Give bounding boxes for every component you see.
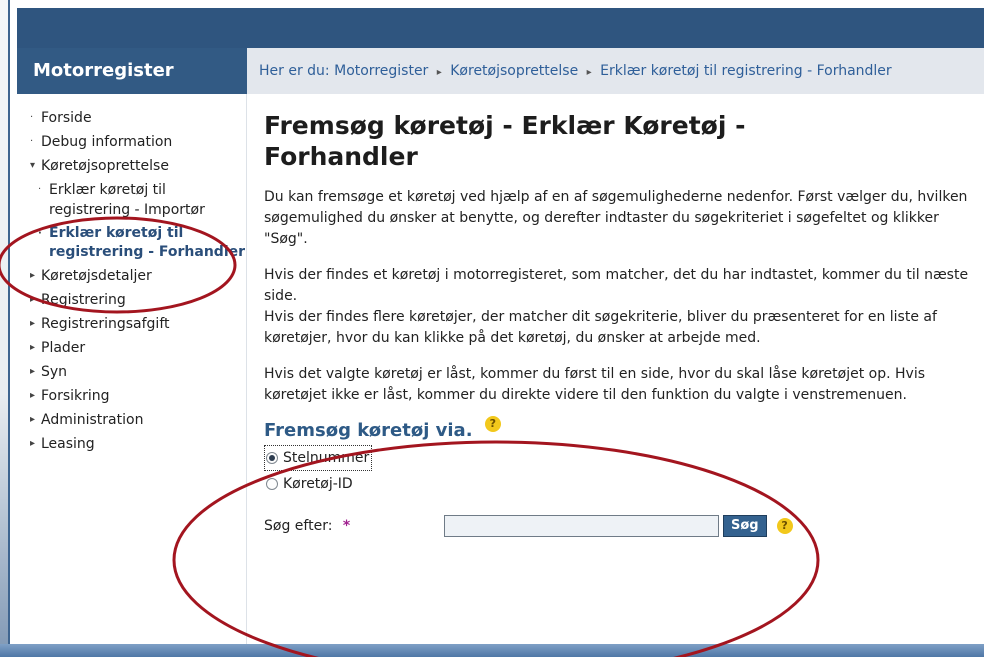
sidebar-item-debug[interactable]: · Debug information (30, 132, 246, 152)
sidebar-item-koretojsdetaljer[interactable]: ▸ Køretøjsdetaljer (30, 266, 246, 286)
triangle-right-icon: ▸ (30, 294, 36, 305)
sidebar-item-label: Erklær køretøj til registrering - Import… (49, 182, 205, 218)
sidebar-item-forsikring[interactable]: ▸ Forsikring (30, 386, 246, 406)
triangle-right-icon: ▸ (30, 390, 36, 401)
sidebar-item-label: Debug information (41, 134, 173, 150)
sidebar-item-label: Erklær køretøj til registrering - Forhan… (49, 225, 246, 260)
sidebar-item-forside[interactable]: · Forside (30, 108, 246, 128)
sidebar-item-plader[interactable]: ▸ Plader (30, 338, 246, 358)
help-icon[interactable]: ? (776, 518, 793, 534)
triangle-right-icon: ▸ (30, 366, 36, 377)
triangle-right-icon: ▸ (30, 318, 36, 329)
intro-paragraph: Du kan fremsøge et køretøj ved hjælp af … (264, 189, 968, 247)
search-label-text: Søg efter: (264, 518, 333, 534)
sidebar-item-label: Køretøjsdetaljer (41, 268, 152, 284)
search-section-title: Fremsøg køretøj via. ? (264, 416, 501, 441)
triangle-down-icon: ▾ (30, 160, 36, 171)
bullet-dot-icon: · (30, 136, 34, 147)
sidebar-item-registreringsafgift[interactable]: ▸ Registreringsafgift (30, 314, 246, 334)
search-section-title-text: Fremsøg køretøj via. (264, 420, 473, 441)
sidebar-nav: · Forside · Debug information ▾ Køretøjsopr… (17, 94, 246, 454)
sidebar-item-label: Leasing (41, 436, 95, 452)
bullet-dot-icon: · (30, 112, 34, 123)
bullet-dot-icon: · (38, 184, 42, 195)
radio-focus-outline: Stelnummer (264, 445, 373, 471)
sidebar-item-koretojsoprettelse[interactable]: ▾ Køretøjsoprettelse (30, 156, 246, 176)
radio-label: Stelnummer (283, 450, 370, 466)
match-single-text: Hvis der findes et køretøj i motorregist… (264, 267, 969, 304)
search-label: Søg efter: * (264, 518, 444, 534)
radio-option-stelnummer[interactable]: Stelnummer (264, 445, 984, 471)
sidebar-item-leasing[interactable]: ▸ Leasing (30, 434, 246, 454)
radio-unselected-icon[interactable] (266, 478, 278, 490)
triangle-right-icon: ▸ (30, 270, 36, 281)
help-icon[interactable]: ? (484, 416, 501, 432)
sidebar-item-label: Forside (41, 110, 92, 126)
match-paragraph: Hvis der findes et køretøj i motorregist… (264, 265, 979, 349)
app-title: Motorregister (17, 48, 247, 94)
breadcrumb: Her er du: Motorregister ▸ Køretøjsopret… (247, 48, 984, 94)
breadcrumb-separator-icon: ▸ (586, 67, 592, 78)
sidebar-item-registrering[interactable]: ▸ Registrering (30, 290, 246, 310)
sidebar-item-label: Forsikring (41, 388, 110, 404)
radio-option-koretoj-id[interactable]: Køretøj-ID (264, 473, 984, 495)
triangle-right-icon: ▸ (30, 342, 36, 353)
bullet-dot-icon: · (38, 228, 42, 239)
breadcrumb-link-motorregister[interactable]: Motorregister (334, 63, 428, 79)
sidebar-subitem-importor[interactable]: · Erklær køretøj til registrering - Impor… (30, 180, 246, 220)
required-marker: * (342, 518, 351, 534)
main-content: Fremsøg køretøj - Erklær Køretøj - Forha… (247, 94, 984, 644)
match-multiple-text: Hvis der findes flere køretøjer, der mat… (264, 309, 937, 346)
sidebar-item-label: Administration (41, 412, 144, 428)
triangle-right-icon: ▸ (30, 414, 36, 425)
breadcrumb-current[interactable]: Erklær køretøj til registrering - Forhan… (600, 63, 892, 79)
desktop-edge (0, 0, 10, 657)
sidebar-item-administration[interactable]: ▸ Administration (30, 410, 246, 430)
sidebar-item-label: Registreringsafgift (41, 316, 170, 332)
sidebar-subitem-forhandler[interactable]: · Erklær køretøj til registrering - Forha… (30, 224, 246, 262)
sidebar-item-label: Registrering (41, 292, 126, 308)
search-row: Søg efter: * Søg ? (264, 515, 984, 537)
breadcrumb-separator-icon: ▸ (436, 67, 442, 78)
triangle-right-icon: ▸ (30, 438, 36, 449)
radio-label: Køretøj-ID (283, 476, 353, 492)
radio-selected-icon[interactable] (266, 452, 278, 464)
top-banner (17, 8, 984, 48)
locked-paragraph: Hvis det valgte køretøj er låst, kommer … (264, 366, 926, 403)
sidebar-item-label: Syn (41, 364, 68, 380)
page-title: Fremsøg køretøj - Erklær Køretøj - Forha… (264, 111, 746, 171)
search-input[interactable] (444, 515, 719, 537)
breadcrumb-prefix: Her er du: (259, 63, 330, 79)
breadcrumb-link-koretojsoprettelse[interactable]: Køretøjsoprettelse (450, 63, 578, 79)
sidebar-item-syn[interactable]: ▸ Syn (30, 362, 246, 382)
taskbar-strip (0, 644, 984, 657)
desktop-edge-line (8, 0, 10, 657)
search-button[interactable]: Søg (723, 515, 767, 537)
sidebar-item-label: Plader (41, 340, 86, 356)
sidebar: · Forside · Debug information ▾ Køretøjsopr… (17, 94, 247, 644)
sidebar-item-label: Køretøjsoprettelse (41, 158, 169, 174)
